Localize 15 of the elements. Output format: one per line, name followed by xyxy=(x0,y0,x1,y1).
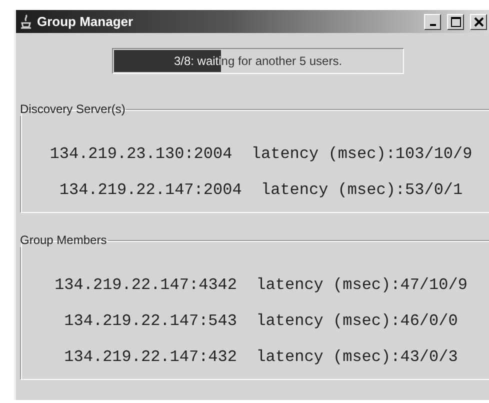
app-icon xyxy=(19,14,33,30)
latency-row-text: 134.219.22.147:4342 latency (msec):47/10/9 xyxy=(54,275,468,296)
frame-title: Group Members xyxy=(19,233,108,247)
close-button[interactable] xyxy=(470,14,487,30)
minimize-button[interactable] xyxy=(424,14,441,30)
latency-row-text: 134.219.22.147:432 latency (msec):43/0/3 xyxy=(64,347,458,368)
maximize-icon xyxy=(450,16,460,26)
close-icon xyxy=(474,16,484,26)
latency-row-text: 134.219.23.130:2004 latency (msec):103/10/9 xyxy=(50,144,472,165)
minimize-icon xyxy=(430,24,436,26)
latency-row-text: 134.219.22.147:543 latency (msec):46/0/0 xyxy=(64,311,458,332)
frame-title: Discovery Server(s) xyxy=(19,102,126,116)
window-title: Group Manager xyxy=(37,14,134,29)
maximize-button[interactable] xyxy=(447,14,464,30)
latency-row-text: 134.219.22.147:2004 latency (msec):53/0/1 xyxy=(59,180,463,201)
